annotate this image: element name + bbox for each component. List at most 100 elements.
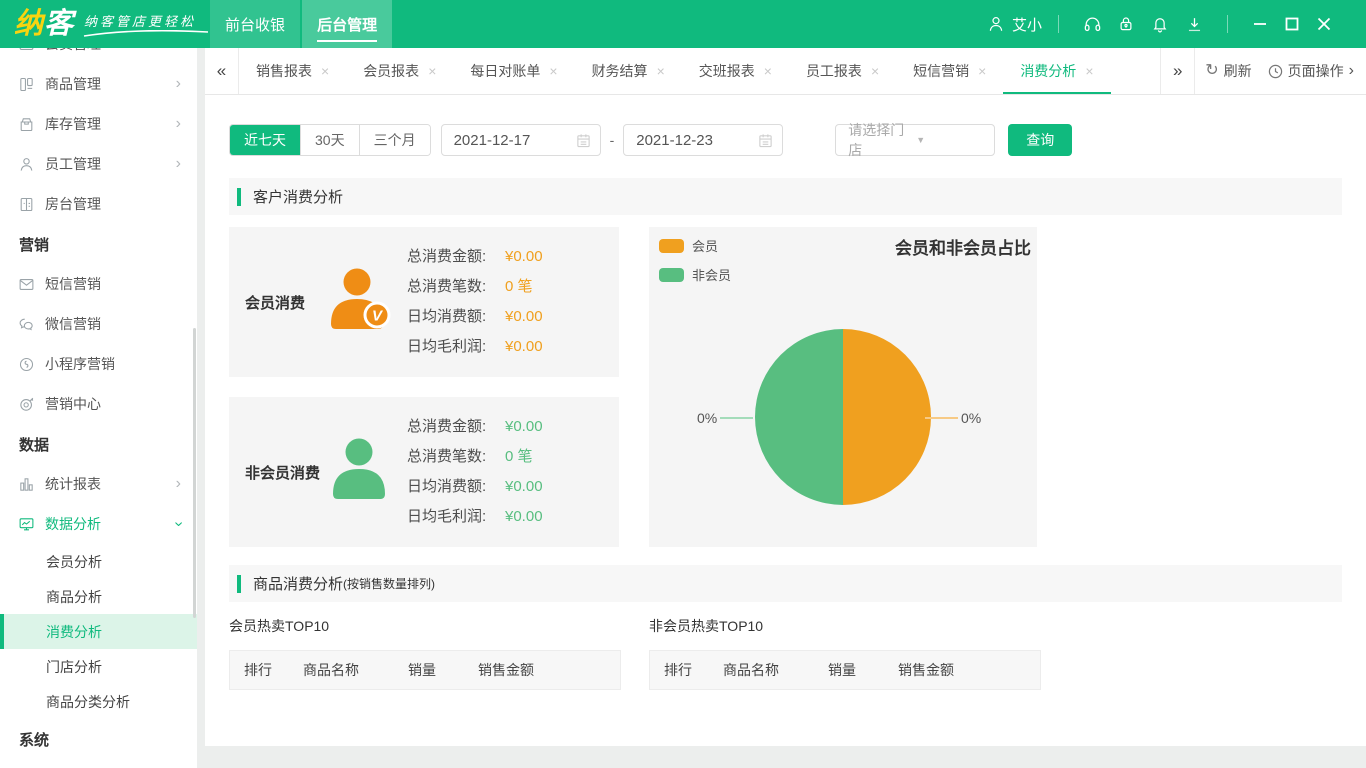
sidebar-item-label: 统计报表 (45, 474, 176, 494)
stat-value: ¥0.00 (505, 246, 543, 268)
tab-close-icon[interactable]: × (1085, 63, 1093, 79)
stat-row: 日均毛利润:¥0.00 (407, 336, 543, 358)
tab-close-icon[interactable]: × (321, 63, 329, 79)
sidebar-item-goods-mgmt[interactable]: 商品管理 › (0, 64, 197, 104)
customer-analysis-row: 会员消费 V 总消费金额:¥0.00 总消费笔数:0 笔 日均消费额:¥0.00 (229, 227, 1342, 547)
sidebar-item-room-mgmt[interactable]: 房台管理 (0, 184, 197, 224)
pie-percent-label: 0% (961, 410, 981, 426)
sidebar-item-miniprogram-marketing[interactable]: 小程序营销 (0, 344, 197, 384)
tab-daily-statement[interactable]: 每日对账单× (453, 48, 574, 94)
nav-front-cashier[interactable]: 前台收银 (210, 0, 300, 48)
tab-sms-marketing[interactable]: 短信营销× (896, 48, 1003, 94)
sidebar-item-data-analysis[interactable]: 数据分析 › (0, 504, 197, 544)
sidebar-item-inventory-mgmt[interactable]: 库存管理 › (0, 104, 197, 144)
sidebar-item-label: 微信营销 (45, 314, 197, 334)
chevron-right-icon: › (176, 48, 181, 52)
stat-row: 总消费金额:¥0.00 (407, 416, 543, 438)
page-operations-button[interactable]: 页面操作 › (1268, 61, 1354, 81)
range-30days-button[interactable]: 30天 (301, 125, 360, 155)
chevron-right-icon: › (176, 476, 181, 492)
table-header-row: 排行 商品名称 销量 销售金额 (649, 650, 1041, 690)
col-header-amount: 销售金额 (478, 660, 620, 680)
legend-item-nonmember[interactable]: 非会员 (659, 265, 731, 284)
subitem-label: 门店分析 (46, 657, 102, 677)
wechat-icon (18, 315, 36, 333)
user-menu[interactable]: 艾小 (987, 14, 1042, 35)
sidebar-item-wechat-marketing[interactable]: 微信营销 (0, 304, 197, 344)
stat-row: 总消费笔数:0 笔 (407, 446, 543, 468)
stat-value: ¥0.00 (505, 416, 543, 438)
tab-close-icon[interactable]: × (764, 63, 772, 79)
user-icon (987, 15, 1005, 33)
sidebar-subitem-store-analysis[interactable]: 门店分析 (0, 649, 197, 684)
support-headset-icon[interactable] (1075, 9, 1109, 39)
tab-consumption-analysis[interactable]: 消费分析× (1003, 48, 1110, 94)
stat-value: ¥0.00 (505, 306, 543, 328)
tab-close-icon[interactable]: × (428, 63, 436, 79)
sidebar-item-staff-mgmt[interactable]: 员工管理 › (0, 144, 197, 184)
window-minimize-button[interactable] (1244, 9, 1276, 39)
open-tabs: 销售报表× 会员报表× 每日对账单× 财务结算× 交班报表× 员工报表× 短信营… (239, 48, 1160, 94)
store-select[interactable]: 请选择门店 ▼ (835, 124, 995, 156)
member-consumption-card: 会员消费 V 总消费金额:¥0.00 总消费笔数:0 笔 日均消费额:¥0.00 (229, 227, 619, 377)
sidebar-item-marketing-center[interactable]: 营销中心 (0, 384, 197, 424)
range-last7days-button[interactable]: 近七天 (230, 125, 301, 155)
tab-shift-report[interactable]: 交班报表× (682, 48, 789, 94)
tabs-scroll-right-button[interactable]: » (1160, 48, 1194, 94)
member-card-title: 会员消费 (245, 292, 321, 313)
range-3months-button[interactable]: 三个月 (360, 125, 430, 155)
lock-icon[interactable] (1109, 9, 1143, 39)
nav-back-admin[interactable]: 后台管理 (302, 0, 392, 48)
tab-member-report[interactable]: 会员报表× (346, 48, 453, 94)
stat-label: 总消费笔数: (407, 446, 505, 468)
main-area: « 销售报表× 会员报表× 每日对账单× 财务结算× 交班报表× 员工报表× 短… (205, 48, 1366, 768)
stat-value: 0 笔 (505, 276, 533, 298)
sidebar-item-member-mgmt[interactable]: 会员管理 › (0, 48, 197, 64)
tabs-scroll-left-button[interactable]: « (205, 48, 239, 94)
notification-bell-icon[interactable] (1143, 9, 1177, 39)
stat-label: 总消费金额: (407, 416, 505, 438)
tab-sales-report[interactable]: 销售报表× (239, 48, 346, 94)
sidebar-item-label: 短信营销 (45, 274, 197, 294)
tab-close-icon[interactable]: × (549, 63, 557, 79)
chevron-right-icon: › (176, 76, 181, 92)
stat-value: ¥0.00 (505, 506, 543, 528)
content-panel: 近七天 30天 三个月 2021-12-17 - 2021-12-23 请选择门… (205, 95, 1366, 746)
refresh-button[interactable]: ↻ 刷新 (1205, 61, 1251, 81)
range-label: 30天 (315, 130, 345, 150)
pie-percent-label: 0% (697, 410, 717, 426)
staff-person-icon (18, 155, 36, 173)
sidebar-item-stats-report[interactable]: 统计报表 › (0, 464, 197, 504)
logo-text: 纳客 (14, 10, 74, 39)
sidebar-item-sms-marketing[interactable]: 短信营销 (0, 264, 197, 304)
sidebar-subitem-category-analysis[interactable]: 商品分类分析 (0, 684, 197, 719)
sidebar-scrollbar[interactable] (193, 328, 196, 618)
legend-label: 非会员 (692, 265, 731, 284)
tab-close-icon[interactable]: × (978, 63, 986, 79)
window-close-button[interactable] (1308, 9, 1340, 39)
end-date-input[interactable]: 2021-12-23 (623, 124, 783, 156)
app-logo: 纳客 纳客管店更轻松 (14, 10, 196, 39)
sidebar-subitem-consumption-analysis[interactable]: 消费分析 (0, 614, 197, 649)
section-label-text: 系统 (19, 729, 49, 750)
target-icon (18, 395, 36, 413)
sidebar-subitem-member-analysis[interactable]: 会员分析 (0, 544, 197, 579)
tab-finance-settlement[interactable]: 财务结算× (575, 48, 682, 94)
tab-close-icon[interactable]: × (657, 63, 665, 79)
member-table-title: 会员热卖TOP10 (229, 616, 621, 642)
subitem-label: 商品分析 (46, 587, 102, 607)
nonmember-top10-table: 非会员热卖TOP10 排行 商品名称 销量 销售金额 (649, 616, 1041, 690)
store-select-placeholder: 请选择门店 (848, 120, 916, 160)
calendar-icon (758, 133, 773, 148)
legend-item-member[interactable]: 会员 (659, 236, 731, 255)
range-label: 三个月 (374, 130, 416, 150)
download-icon[interactable] (1177, 9, 1211, 39)
tab-staff-report[interactable]: 员工报表× (789, 48, 896, 94)
pie-chart[interactable] (755, 329, 931, 505)
tab-close-icon[interactable]: × (871, 63, 879, 79)
sidebar-subitem-goods-analysis[interactable]: 商品分析 (0, 579, 197, 614)
start-date-input[interactable]: 2021-12-17 (441, 124, 601, 156)
query-button[interactable]: 查询 (1008, 124, 1072, 156)
window-maximize-button[interactable] (1276, 9, 1308, 39)
section-accent-bar (237, 188, 241, 206)
